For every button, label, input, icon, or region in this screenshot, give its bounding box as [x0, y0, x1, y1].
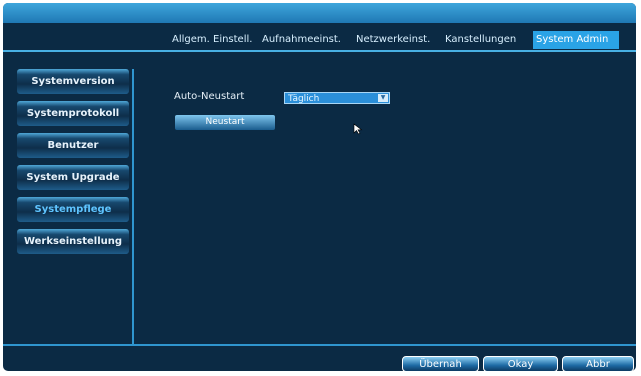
- tab-recording-settings[interactable]: Aufnahmeeinst.: [259, 31, 353, 49]
- sidebar-item-benutzer[interactable]: Benutzer: [17, 133, 129, 158]
- tab-system-admin[interactable]: System Admin: [533, 31, 619, 49]
- cancel-button[interactable]: Abbr: [562, 356, 634, 371]
- footer-divider: [3, 344, 636, 346]
- tab-general-settings[interactable]: Allgem. Einstell.: [169, 31, 259, 49]
- sidebar-item-systempflege[interactable]: Systempflege: [17, 197, 129, 222]
- mouse-pointer-icon: [353, 123, 363, 135]
- sidebar-item-systemversion[interactable]: Systemversion: [17, 69, 129, 94]
- dvr-admin-window: Allgem. Einstell. Aufnahmeeinst. Netzwer…: [3, 3, 636, 371]
- chevron-down-icon: ▼: [378, 94, 388, 102]
- sidebar-item-system-upgrade[interactable]: System Upgrade: [17, 165, 129, 190]
- auto-restart-select[interactable]: Täglich ▼: [284, 92, 390, 104]
- tab-channel-settings[interactable]: Kanstellungen: [442, 31, 533, 49]
- sidebar-item-systemprotokoll[interactable]: Systemprotokoll: [17, 101, 129, 126]
- auto-restart-label: Auto-Neustart: [174, 91, 245, 102]
- sidebar: Systemversion Systemprotokoll Benutzer S…: [17, 69, 133, 261]
- restart-button[interactable]: Neustart: [175, 115, 275, 130]
- tab-bar: Allgem. Einstell. Aufnahmeeinst. Netzwer…: [169, 31, 619, 49]
- apply-button[interactable]: Übernah: [402, 356, 479, 371]
- sidebar-divider: [132, 69, 134, 344]
- tab-network-settings[interactable]: Netzwerkeinst.: [353, 31, 442, 49]
- auto-restart-value: Täglich: [288, 94, 320, 104]
- tab-divider: [3, 50, 636, 52]
- sidebar-item-werkseinstellung[interactable]: Werkseinstellung: [17, 229, 129, 254]
- ok-button[interactable]: Okay: [483, 356, 558, 371]
- title-bar: [3, 3, 636, 23]
